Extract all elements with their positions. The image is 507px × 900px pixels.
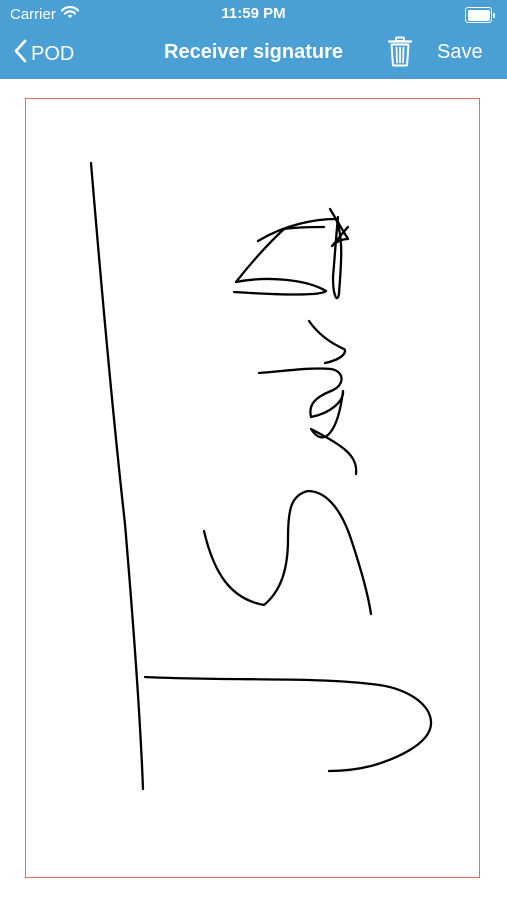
signature-stroke xyxy=(89,161,145,791)
navigation-bar: POD Receiver signature Save xyxy=(0,28,507,79)
trash-icon xyxy=(386,36,414,72)
page-title: Receiver signature xyxy=(164,41,343,63)
status-time: 11:59 PM xyxy=(221,5,286,22)
signature-stroke xyxy=(232,225,328,296)
battery-icon xyxy=(465,7,495,23)
signature-ink xyxy=(89,161,433,791)
battery-body xyxy=(465,7,492,23)
clear-signature-button[interactable] xyxy=(386,36,414,73)
signature-pad[interactable] xyxy=(25,98,480,878)
save-button[interactable]: Save xyxy=(437,41,483,64)
signature-stroke xyxy=(143,675,433,773)
signature-stroke xyxy=(257,367,358,476)
battery-fill xyxy=(467,9,490,21)
status-bar: Carrier 11:59 PM xyxy=(0,0,507,28)
battery-cap xyxy=(493,12,495,18)
top-bar: Carrier 11:59 PM POD Receiver signature … xyxy=(0,0,507,79)
signature-stroke xyxy=(256,215,343,300)
signature-stroke xyxy=(202,489,373,616)
signature-stroke xyxy=(307,319,347,365)
